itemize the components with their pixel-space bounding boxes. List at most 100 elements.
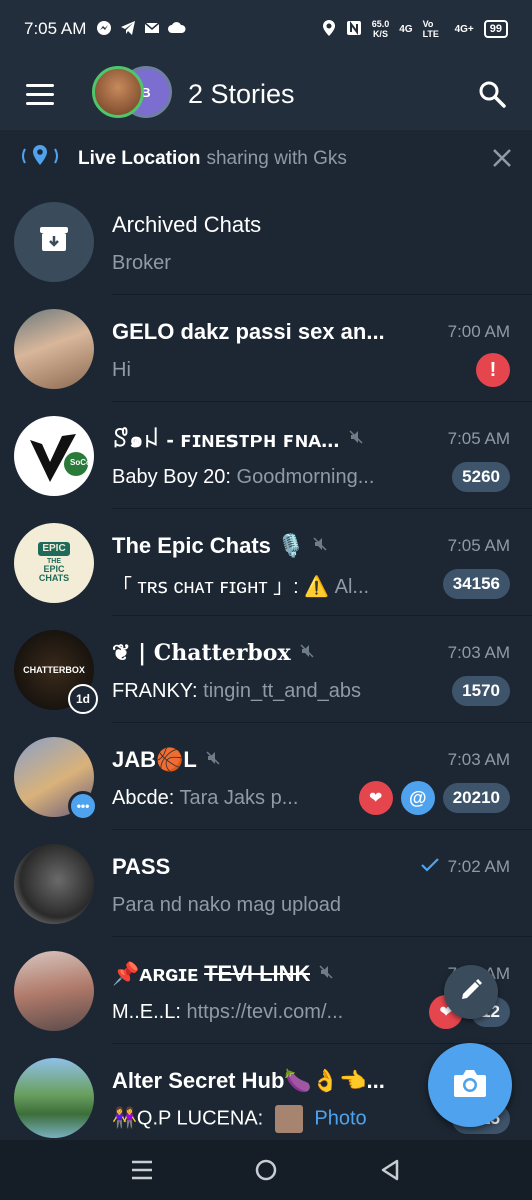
chat-preview: Al... — [329, 575, 370, 598]
camera-story-button[interactable] — [428, 1043, 512, 1127]
system-nav-bar — [0, 1140, 532, 1200]
nfc-icon — [346, 20, 362, 39]
chat-time: 7:02 AM — [420, 857, 510, 878]
photo-label: Photo — [314, 1107, 367, 1130]
avatar — [14, 950, 94, 1031]
signal-4g: 4G — [399, 23, 413, 35]
chat-preview: Broker — [112, 251, 171, 274]
reaction-heart-icon: ❤ — [358, 781, 393, 815]
chat-preview: Hi — [112, 358, 131, 381]
signal-4g-plus: 4G+ — [454, 23, 474, 35]
story-duration-badge: 1d — [68, 683, 98, 714]
avatar: EPIC THE EPIC CHATS — [14, 522, 94, 603]
chat-name: ❦ | 𝐂𝐡𝐚𝐭𝐭𝐞𝐫𝐛𝐨𝐱 — [112, 640, 291, 666]
photo-thumbnail — [274, 1105, 303, 1133]
chat-item[interactable]: SoCo ꑄ๑ꈤ - ꜰɪɴᴇꜱᴛᴘʜ ꜰɴᴀ... 7:05 AM Baby … — [0, 402, 532, 509]
muted-icon — [299, 643, 315, 663]
chat-item-archived[interactable]: Archived Chats Broker — [0, 188, 532, 295]
messenger-icon — [96, 20, 112, 39]
unread-badge: 34156 — [442, 569, 510, 599]
live-indicator-icon: ••• — [68, 790, 98, 821]
unread-badge: 5260 — [452, 462, 510, 492]
menu-icon[interactable] — [20, 74, 60, 114]
chat-name: JAB🏀L — [112, 747, 197, 772]
compose-button[interactable] — [444, 965, 498, 1019]
unread-badge: 20210 — [442, 783, 510, 813]
chat-item[interactable]: PASS 7:02 AM Para nd nako mag upload — [0, 830, 532, 937]
chat-name: GELO dakz passi sex an... — [112, 319, 385, 344]
avatar — [14, 308, 94, 389]
epic-logo-bottom: EPIC CHATS — [38, 564, 70, 583]
clock: 7:05 AM — [24, 19, 87, 38]
avatar — [14, 1057, 94, 1138]
stories-avatars[interactable]: B — [92, 66, 172, 122]
net-speed: 65.0 K/S — [371, 19, 390, 39]
live-location-label: Live Location — [78, 148, 201, 169]
muted-icon — [348, 429, 364, 449]
chat-sender: 👭Q.P LUCENA: — [112, 1107, 264, 1130]
story-avatar-a[interactable] — [92, 66, 144, 118]
muted-icon — [312, 536, 328, 556]
pencil-icon — [458, 977, 484, 1008]
recent-apps-icon[interactable] — [122, 1150, 162, 1190]
chat-preview: Para nd nako mag upload — [112, 893, 342, 916]
sent-check-icon — [420, 857, 440, 878]
muted-icon — [205, 750, 221, 770]
chat-preview: Goodmorning... — [230, 465, 375, 488]
chat-name-strike: TEVI LINK — [204, 961, 311, 986]
battery-indicator: 99 — [483, 20, 508, 38]
mention-icon: @ — [400, 781, 435, 815]
chat-sender: M..E..L: — [112, 1000, 181, 1023]
chat-name: 📌ᴀʀɢɪᴇ TEVI LINK — [112, 961, 311, 986]
status-bar: 7:05 AM 65.0 K/S 4G Vo LTE 4G+ 99 — [0, 0, 532, 58]
chat-sender: FRANKY: — [112, 679, 198, 702]
close-icon[interactable] — [492, 144, 512, 175]
mail-icon — [144, 20, 160, 39]
chat-item[interactable]: ••• JAB🏀L 7:03 AM Abcde: Tara Jaks p... … — [0, 723, 532, 830]
avatar — [14, 843, 94, 924]
chat-item[interactable]: GELO dakz passi sex an... 7:00 AM Hi ! — [0, 295, 532, 402]
telegram-icon — [120, 20, 136, 39]
chatterbox-logo-text: CHATTERBOX — [23, 664, 85, 675]
home-icon[interactable] — [246, 1150, 286, 1190]
chat-preview: tingin_tt_and_abs — [197, 679, 362, 702]
epic-logo-top: EPIC — [38, 542, 70, 556]
chat-name: ꑄ๑ꈤ - ꜰɪɴᴇꜱᴛᴘʜ ꜰɴᴀ... — [112, 426, 340, 452]
location-icon — [322, 19, 336, 40]
unread-badge: 1570 — [452, 676, 510, 706]
camera-icon — [452, 1067, 488, 1104]
live-location-icon — [20, 143, 60, 175]
chat-name: Alter Secret Hub🍆👌👈... — [112, 1068, 385, 1093]
back-icon[interactable] — [370, 1150, 410, 1190]
chat-sender: 「 ᴛʀꜱ ᴄʜᴀᴛ ꜰɪɢʜᴛ 」: ⚠️ — [112, 575, 330, 598]
chat-preview: https://tevi.com/... — [180, 1000, 344, 1023]
live-location-detail: sharing with Gks — [206, 148, 347, 169]
chat-item[interactable]: EPIC THE EPIC CHATS The Epic Chats 🎙️ 7:… — [0, 509, 532, 616]
chat-time: 7:03 AM — [447, 643, 510, 662]
page-title[interactable]: 2 Stories — [188, 79, 295, 110]
avatar: ••• — [14, 736, 98, 821]
chat-preview: Tara Jaks p... — [174, 786, 299, 809]
archive-avatar — [14, 201, 94, 282]
search-icon[interactable] — [472, 74, 512, 114]
chat-time: 7:03 AM — [447, 750, 510, 769]
chat-item[interactable]: CHATTERBOX 1d ❦ | 𝐂𝐡𝐚𝐭𝐭𝐞𝐫𝐛𝐨𝐱 7:03 AM FRA… — [0, 616, 532, 723]
avatar: CHATTERBOX 1d — [14, 629, 98, 714]
chat-sender: Abcde: — [112, 786, 175, 809]
app-bar: B 2 Stories — [0, 58, 532, 130]
live-location-bar[interactable]: Live Location sharing with Gks — [0, 130, 532, 188]
muted-icon — [318, 964, 334, 984]
cloud-icon — [168, 20, 186, 39]
signal-volte: Vo LTE — [422, 19, 439, 39]
chat-time: 7:00 AM — [447, 322, 510, 341]
archive-icon — [36, 221, 72, 262]
chat-sender: Baby Boy 20: — [112, 465, 231, 488]
error-icon: ! — [476, 353, 510, 387]
chat-name: The Epic Chats 🎙️ — [112, 533, 305, 558]
soco-label: SoCo — [70, 457, 91, 467]
notification-icons — [96, 20, 186, 39]
chat-name: PASS — [112, 854, 171, 879]
chat-time: 7:05 AM — [447, 536, 510, 555]
chat-name: Archived Chats — [112, 212, 262, 237]
avatar: SoCo — [14, 415, 94, 496]
